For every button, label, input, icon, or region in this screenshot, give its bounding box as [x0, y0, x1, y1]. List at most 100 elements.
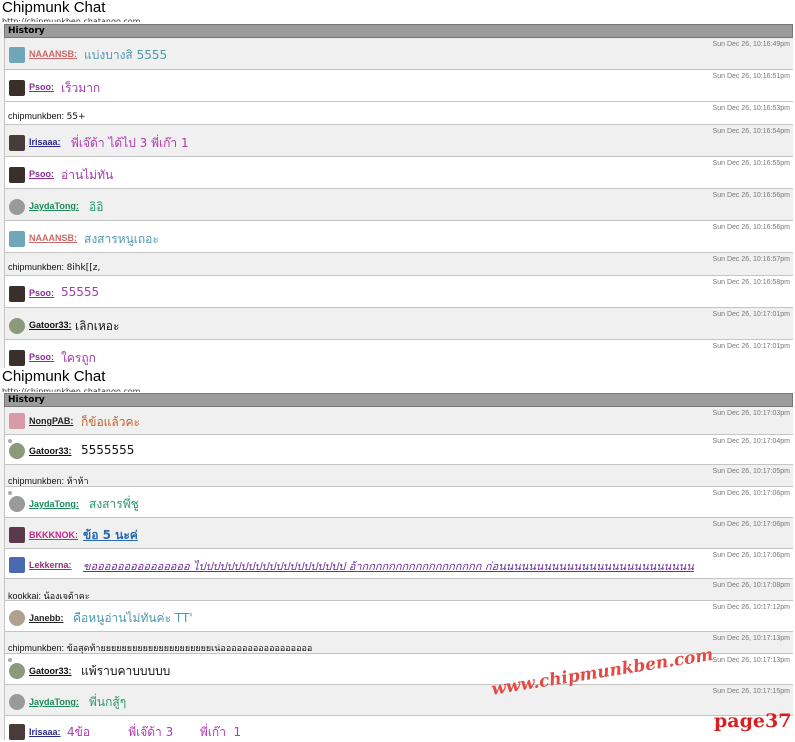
avatar[interactable]	[9, 694, 25, 710]
message-row: JaydaTong: พี่นกสู้ๆ Sun Dec 26, 10:17:1…	[4, 685, 793, 716]
timestamp: Sun Dec 26, 10:17:15pm	[712, 688, 790, 695]
timestamp: Sun Dec 26, 10:16:55pm	[712, 160, 790, 167]
avatar[interactable]	[9, 557, 25, 573]
timestamp: Sun Dec 26, 10:16:58pm	[712, 279, 790, 286]
avatar[interactable]	[9, 167, 25, 183]
avatar[interactable]	[9, 350, 25, 366]
message-row: chipmunkben: 55+ Sun Dec 26, 10:16:53pm	[4, 102, 793, 125]
anon-message: chipmunkben: 8ihk[[z,	[8, 262, 100, 273]
anon-message: chipmunkben: ห้าห้า	[8, 474, 89, 488]
avatar[interactable]	[9, 318, 25, 334]
timestamp: Sun Dec 26, 10:16:53pm	[712, 105, 790, 112]
avatar[interactable]	[9, 286, 25, 302]
message-text: 55555	[61, 285, 100, 299]
message-row: Psoo: อ่านไม่ทัน Sun Dec 26, 10:16:55pm	[4, 157, 793, 189]
history-bar[interactable]: History	[4, 24, 793, 38]
avatar[interactable]	[9, 724, 25, 740]
timestamp: Sun Dec 26, 10:16:56pm	[712, 192, 790, 199]
avatar[interactable]	[9, 135, 25, 151]
timestamp: Sun Dec 26, 10:17:06pm	[712, 521, 790, 528]
timestamp: Sun Dec 26, 10:17:13pm	[712, 635, 790, 642]
username-link[interactable]: Irisaaa:	[29, 137, 61, 147]
message-row: BKKKNOK: ข้อ 5 นะค่ Sun Dec 26, 10:17:06…	[4, 518, 793, 549]
status-dot-icon	[8, 491, 12, 495]
avatar[interactable]	[9, 527, 25, 543]
avatar[interactable]	[9, 413, 25, 429]
message-text: เลิกเหอะ	[75, 319, 120, 333]
message-text: ก็ข้อแล้วคะ	[81, 415, 140, 429]
timestamp: Sun Dec 26, 10:17:04pm	[712, 438, 790, 445]
timestamp: Sun Dec 26, 10:16:56pm	[712, 224, 790, 231]
avatar[interactable]	[9, 47, 25, 63]
message-text: ขอออออออออออออออ ไปปปปปปปปปปปปปปปปปปปปป …	[83, 560, 694, 573]
avatar[interactable]	[9, 663, 25, 679]
timestamp: Sun Dec 26, 10:16:51pm	[712, 73, 790, 80]
anon-name: chipmunkben:	[8, 262, 65, 272]
username-link[interactable]: Gatoor33:	[29, 666, 72, 676]
username-link[interactable]: Psoo:	[29, 169, 54, 179]
message-text: 5555555	[81, 443, 135, 457]
username-link[interactable]: BKKKNOK:	[29, 530, 78, 540]
username-link[interactable]: Gatoor33:	[29, 446, 72, 456]
message-row: chipmunkben: ห้าห้า Sun Dec 26, 10:17:05…	[4, 465, 793, 487]
username-link[interactable]: Gatoor33:	[29, 320, 72, 330]
history-bar[interactable]: History	[4, 393, 793, 407]
timestamp: Sun Dec 26, 10:17:13pm	[712, 657, 790, 664]
message-row: kookkai: น้องเจด้าคะ Sun Dec 26, 10:17:0…	[4, 579, 793, 602]
chat-url-link[interactable]: http://chipmunkben.chatango.com	[2, 387, 140, 392]
username-link[interactable]: NongPAB:	[29, 416, 73, 426]
message-row: JaydaTong: สงสารพี่ชู Sun Dec 26, 10:17:…	[4, 487, 793, 518]
message-row: NAAANSB: แบ่งบางสิ 5555 Sun Dec 26, 10:1…	[4, 38, 793, 70]
username-link[interactable]: JaydaTong:	[29, 697, 79, 707]
username-link[interactable]: Psoo:	[29, 352, 54, 362]
timestamp: Sun Dec 26, 10:16:57pm	[712, 256, 790, 263]
username-link[interactable]: Janebb:	[29, 613, 64, 623]
message-text: แบ่งบางสิ 5555	[84, 48, 168, 62]
anon-message: chipmunkben: ข้อสุดท้ายยยยยยยยยยยยยยยยยย…	[8, 641, 312, 655]
username-link[interactable]: Lekkerna:	[29, 560, 72, 570]
message-text: ห้าห้า	[66, 477, 89, 487]
avatar[interactable]	[9, 199, 25, 215]
avatar[interactable]	[9, 80, 25, 96]
message-row: JaydaTong: อิอิ Sun Dec 26, 10:16:56pm	[4, 189, 793, 221]
username-link[interactable]: JaydaTong:	[29, 499, 79, 509]
chat-title: Chipmunk Chat	[2, 0, 106, 16]
message-text: อ่านไม่ทัน	[61, 168, 114, 182]
message-text: สงสารหนูเถอะ	[84, 232, 159, 246]
timestamp: Sun Dec 26, 10:17:06pm	[712, 552, 790, 559]
timestamp: Sun Dec 26, 10:16:49pm	[712, 41, 790, 48]
username-link[interactable]: Psoo:	[29, 82, 54, 92]
timestamp: Sun Dec 26, 10:17:06pm	[712, 490, 790, 497]
anon-message: chipmunkben: 55+	[8, 111, 86, 122]
avatar[interactable]	[9, 443, 25, 459]
username-link[interactable]: JaydaTong:	[29, 201, 79, 211]
message-text: พี่เจ๊ด้า ได้ไป 3 พี่เก๊า 1	[71, 136, 189, 150]
message-text: 55+	[66, 112, 86, 122]
timestamp: Sun Dec 26, 10:17:05pm	[712, 468, 790, 475]
message-row: Gatoor33: 5555555 Sun Dec 26, 10:17:04pm	[4, 435, 793, 465]
avatar[interactable]	[9, 610, 25, 626]
avatar[interactable]	[9, 231, 25, 247]
message-text: ข้อ 5 นะค่	[83, 528, 138, 542]
message-text: อิอิ	[89, 200, 104, 214]
message-row: NAAANSB: สงสารหนูเถอะ Sun Dec 26, 10:16:…	[4, 221, 793, 253]
chat-screen-1: Chipmunk Chat http://chipmunkben.chatang…	[0, 0, 795, 368]
message-row: Psoo: 55555 Sun Dec 26, 10:16:58pm	[4, 276, 793, 308]
chat-url-link[interactable]: http://chipmunkben.chatango.com	[2, 17, 140, 22]
timestamp: Sun Dec 26, 10:17:01pm	[712, 343, 790, 350]
username-link[interactable]: NAAANSB:	[29, 233, 77, 243]
message-text: ใครถูก	[61, 351, 96, 365]
username-link[interactable]: Irisaaa:	[29, 727, 61, 737]
message-text: ข้อสุดท้ายยยยยยยยยยยยยยยยยยยยยเน่อออออออ…	[66, 644, 313, 654]
history-label: History	[8, 26, 45, 36]
username-link[interactable]: Psoo:	[29, 288, 54, 298]
timestamp: Sun Dec 26, 10:17:12pm	[712, 604, 790, 611]
message-row: Psoo: ใครถูก Sun Dec 26, 10:17:01pm	[4, 340, 793, 368]
chat-title: Chipmunk Chat	[2, 368, 106, 385]
avatar[interactable]	[9, 496, 25, 512]
username-link[interactable]: NAAANSB:	[29, 49, 77, 59]
message-row: Irisaaa: 4ข้อ พี่เจ๊ด้า 3 พี่เก๊า 1	[4, 716, 793, 740]
anon-name: chipmunkben:	[8, 643, 65, 653]
anon-name: kookkai:	[8, 591, 42, 601]
message-row: Irisaaa: พี่เจ๊ด้า ได้ไป 3 พี่เก๊า 1 Sun…	[4, 125, 793, 157]
